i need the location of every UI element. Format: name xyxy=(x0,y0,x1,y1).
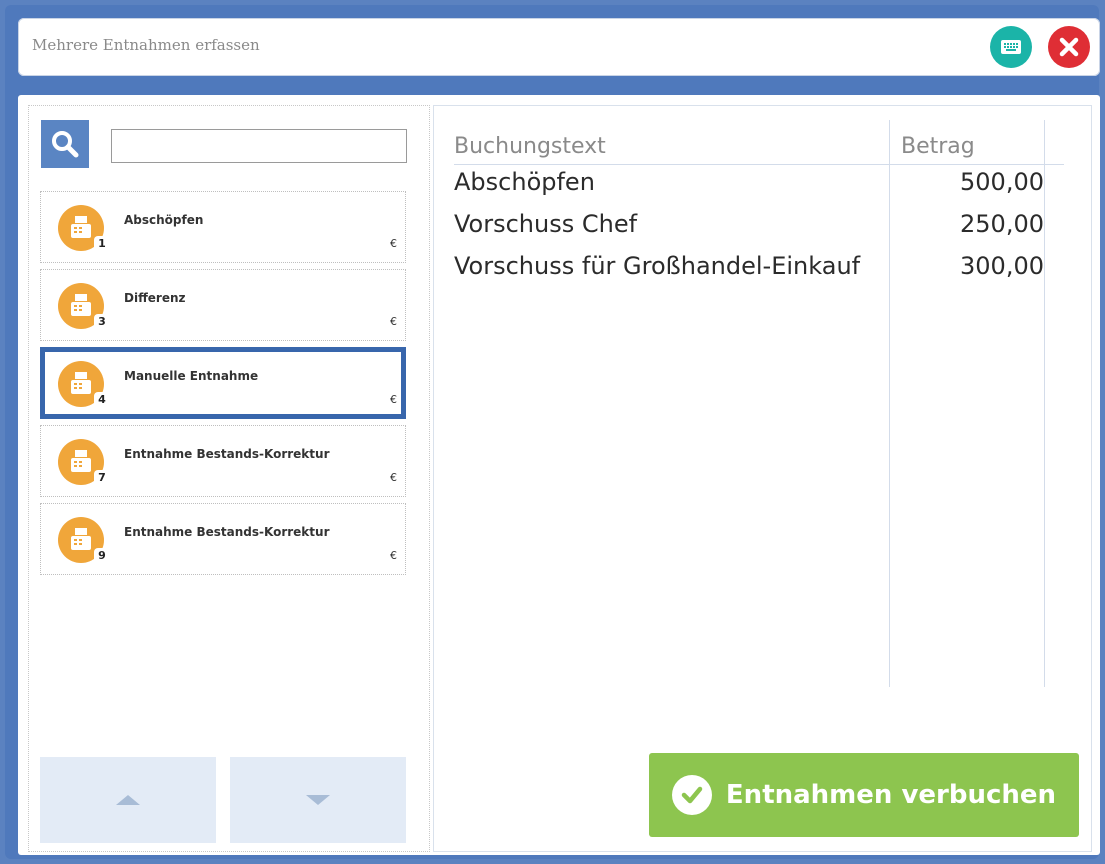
item-label: Abschöpfen xyxy=(124,213,204,227)
currency-symbol: € xyxy=(390,471,397,484)
checkmark-icon xyxy=(671,775,712,815)
dialog-content: 1 Abschöpfen € 3 Differenz € 4 Manuelle … xyxy=(18,95,1100,855)
item-number: 4 xyxy=(94,392,110,408)
book-withdrawals-button[interactable]: Entnahmen verbuchen xyxy=(649,753,1079,837)
keyboard-button[interactable] xyxy=(990,26,1032,68)
list-item[interactable]: 9 Entnahme Bestands-Korrektur € xyxy=(40,503,406,575)
item-label: Differenz xyxy=(124,291,186,305)
row-text: Vorschuss Chef xyxy=(454,210,638,238)
row-text: Abschöpfen xyxy=(454,168,595,196)
row-amount: 300,00 xyxy=(960,252,1044,280)
currency-symbol: € xyxy=(390,237,397,250)
item-label: Entnahme Bestands-Korrektur xyxy=(124,447,330,461)
dialog-title: Mehrere Entnahmen erfassen xyxy=(32,36,260,54)
book-button-label: Entnahmen verbuchen xyxy=(725,780,1057,810)
withdrawal-type-panel: 1 Abschöpfen € 3 Differenz € 4 Manuelle … xyxy=(28,105,430,852)
search-icon xyxy=(52,131,79,158)
table-body: Abschöpfen 500,00 Vorschuss Chef 250,00 … xyxy=(454,166,1044,292)
table-row[interactable]: Abschöpfen 500,00 xyxy=(454,166,1044,208)
scroll-up-button[interactable] xyxy=(40,757,216,843)
arrow-up-icon xyxy=(116,795,140,805)
keyboard-icon xyxy=(1001,40,1021,54)
search-input[interactable] xyxy=(111,129,407,163)
list-item[interactable]: 7 Entnahme Bestands-Korrektur € xyxy=(40,425,406,497)
item-number: 7 xyxy=(94,470,110,486)
row-amount: 250,00 xyxy=(960,210,1044,238)
currency-symbol: € xyxy=(390,315,397,328)
close-icon xyxy=(1059,37,1079,57)
column-divider xyxy=(1044,120,1045,687)
list-item[interactable]: 3 Differenz € xyxy=(40,269,406,341)
table-row[interactable]: Vorschuss Chef 250,00 xyxy=(454,208,1044,250)
currency-symbol: € xyxy=(390,549,397,562)
booking-table-panel: Buchungstext Betrag Abschöpfen 500,00 Vo… xyxy=(433,105,1092,852)
list-item-selected[interactable]: 4 Manuelle Entnahme € xyxy=(40,347,406,419)
withdrawal-type-list: 1 Abschöpfen € 3 Differenz € 4 Manuelle … xyxy=(40,191,406,581)
table-row[interactable]: Vorschuss für Großhandel-Einkauf 300,00 xyxy=(454,250,1044,292)
item-number: 1 xyxy=(94,236,110,252)
header-buchungstext: Buchungstext xyxy=(454,134,606,159)
arrow-down-icon xyxy=(306,795,330,805)
search-button[interactable] xyxy=(41,120,89,168)
scroll-down-button[interactable] xyxy=(230,757,406,843)
item-label: Manuelle Entnahme xyxy=(124,369,259,383)
item-number: 9 xyxy=(94,548,110,564)
table-header: Buchungstext Betrag xyxy=(454,130,1064,165)
currency-symbol: € xyxy=(390,393,397,406)
row-text: Vorschuss für Großhandel-Einkauf xyxy=(454,252,861,280)
header-betrag: Betrag xyxy=(901,134,975,159)
list-item[interactable]: 1 Abschöpfen € xyxy=(40,191,406,263)
row-amount: 500,00 xyxy=(960,168,1044,196)
close-button[interactable] xyxy=(1048,26,1090,68)
item-number: 3 xyxy=(94,314,110,330)
title-bar: Mehrere Entnahmen erfassen xyxy=(18,18,1100,76)
item-label: Entnahme Bestands-Korrektur xyxy=(124,525,330,539)
